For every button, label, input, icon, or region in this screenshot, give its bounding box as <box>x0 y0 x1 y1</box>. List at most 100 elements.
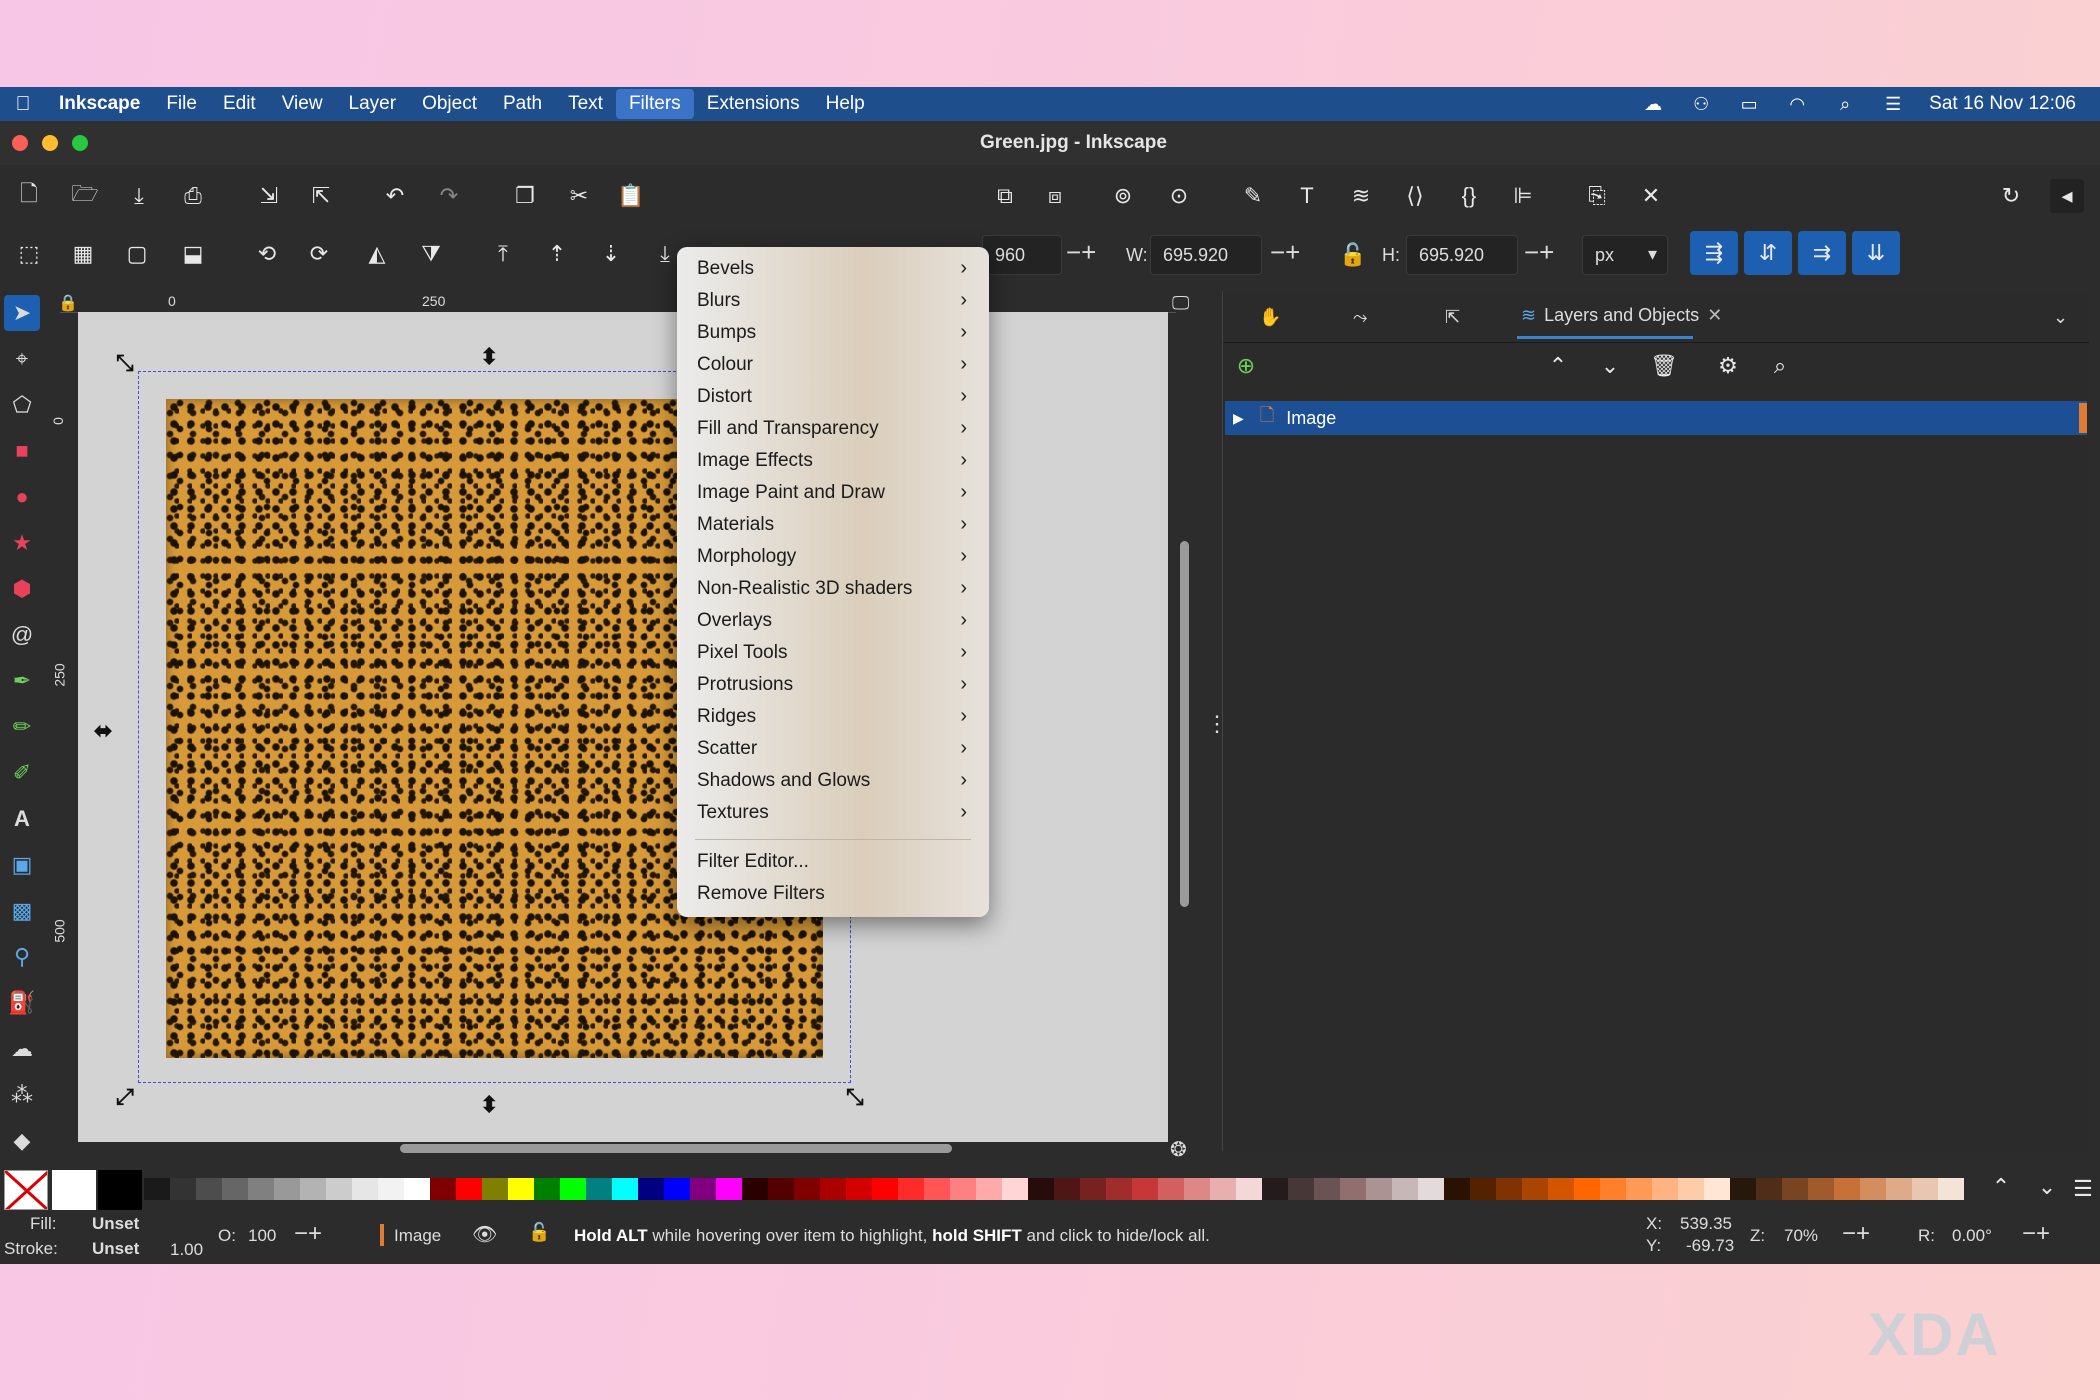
select-all-layers-icon[interactable]: ▦ <box>66 237 100 271</box>
duplicate-icon[interactable]: ❐ <box>508 179 542 213</box>
menu-text[interactable]: Text <box>555 87 616 121</box>
group-icon[interactable]: ⊚ <box>1106 179 1140 213</box>
text-font-icon[interactable]: T <box>1290 179 1324 213</box>
menu-item-remove-filters[interactable]: Remove Filters <box>677 878 989 910</box>
flip-vertical-icon[interactable]: ⧩ <box>414 237 448 271</box>
horizontal-ruler[interactable]: 0 250 <box>60 291 1176 313</box>
selector-tool-icon[interactable]: ➤ <box>4 295 40 331</box>
node-tool-icon[interactable]: ⌖ <box>4 341 40 377</box>
menu-item-overlays[interactable]: Overlays › <box>677 605 989 637</box>
dropper-tool-icon[interactable]: ⚲ <box>4 939 40 975</box>
close-tab-icon[interactable]: ✕ <box>1707 305 1722 326</box>
raise-to-top-icon[interactable]: ⤒ <box>486 237 520 271</box>
menu-item-bumps[interactable]: Bumps › <box>677 317 989 349</box>
color-swatch[interactable] <box>1002 1178 1028 1200</box>
rotate-cw-icon[interactable]: ⟳ <box>302 237 336 271</box>
tabs-menu-chevron-icon[interactable]: ⌄ <box>2053 299 2068 335</box>
color-swatch[interactable] <box>846 1178 872 1200</box>
layers-icon[interactable]: ≋ <box>1344 179 1378 213</box>
document-properties-icon[interactable]: ⎘ <box>1580 179 1614 213</box>
color-swatch[interactable] <box>742 1178 768 1200</box>
color-swatch[interactable] <box>52 1170 96 1210</box>
scale-handle-s[interactable]: ⬍ <box>480 1092 498 1118</box>
control-center-icon[interactable]: ☰ <box>1869 94 1917 115</box>
lock-ratio-icon[interactable]: 🔓 <box>1336 238 1370 272</box>
battery-icon[interactable]: ▭ <box>1725 94 1773 115</box>
menu-item-shadows-and-glows[interactable]: Shadows and Glows › <box>677 765 989 797</box>
spiral-tool-icon[interactable]: @ <box>4 617 40 653</box>
fill-value[interactable]: Unset <box>92 1214 139 1234</box>
menu-item-scatter[interactable]: Scatter › <box>677 733 989 765</box>
color-swatch[interactable] <box>1730 1178 1756 1200</box>
menu-filters[interactable]: Filters <box>615 89 694 119</box>
color-swatch[interactable] <box>1652 1178 1678 1200</box>
y-field[interactable]: 960 <box>982 235 1062 275</box>
menubar-clock[interactable]: Sat 16 Nov 12:06 <box>1917 93 2100 115</box>
color-swatch[interactable] <box>1340 1178 1366 1200</box>
close-window-button[interactable] <box>12 135 28 151</box>
color-swatch[interactable] <box>716 1178 742 1200</box>
color-swatch[interactable] <box>144 1178 170 1200</box>
minimize-window-button[interactable] <box>42 135 58 151</box>
color-swatch[interactable] <box>1106 1178 1132 1200</box>
visibility-eye-icon[interactable]: 👁 <box>472 1222 497 1247</box>
collapse-panel-icon[interactable]: ◂ <box>2050 179 2084 213</box>
color-swatch[interactable] <box>1938 1178 1964 1200</box>
menu-item-pixel-tools[interactable]: Pixel Tools › <box>677 637 989 669</box>
color-swatch[interactable] <box>1808 1178 1834 1200</box>
color-swatch[interactable] <box>1132 1178 1158 1200</box>
color-swatch[interactable] <box>612 1178 638 1200</box>
flip-horizontal-icon[interactable]: ◭ <box>360 237 394 271</box>
stroke-width[interactable]: 1.00 <box>170 1240 203 1260</box>
lock-guides-icon[interactable]: 🔒 <box>58 293 78 313</box>
cut-icon[interactable]: ✂ <box>562 179 596 213</box>
ellipse-tool-icon[interactable]: ● <box>4 479 40 515</box>
zoom-minus-plus[interactable]: −+ <box>1842 1220 1870 1248</box>
color-swatch[interactable] <box>248 1178 274 1200</box>
color-swatch[interactable] <box>1626 1178 1652 1200</box>
scale-stroke-toggle[interactable]: ⇶ <box>1690 231 1738 275</box>
palette-scroll-down-icon[interactable]: ⌄ <box>2030 1170 2064 1204</box>
clone-icon[interactable]: ⧉ <box>988 179 1022 213</box>
spray-tool-icon[interactable]: ⁂ <box>4 1077 40 1113</box>
color-swatch[interactable] <box>560 1178 586 1200</box>
apple-menu-icon[interactable]:  <box>0 87 46 121</box>
color-swatch[interactable] <box>638 1178 664 1200</box>
opacity-value[interactable]: 100 <box>248 1226 276 1246</box>
spotlight-search-icon[interactable]: ⌕ <box>1821 94 1869 115</box>
scale-corners-toggle[interactable]: ⇵ <box>1744 231 1792 275</box>
gradient-tool-icon[interactable]: ▣ <box>4 847 40 883</box>
color-swatch[interactable] <box>1756 1178 1782 1200</box>
color-swatch[interactable] <box>1574 1178 1600 1200</box>
y-minus-plus[interactable]: −+ <box>1066 237 1096 268</box>
pencil-tool-icon[interactable]: ✏ <box>4 709 40 745</box>
palette-menu-icon[interactable]: ☰ <box>2066 1172 2100 1206</box>
redo-icon[interactable]: ↷ <box>432 179 466 213</box>
delete-icon[interactable]: 🗑 <box>1647 349 1681 383</box>
color-swatch[interactable] <box>1314 1178 1340 1200</box>
rotate-ccw-icon[interactable]: ⟲ <box>250 237 284 271</box>
tab-layers-and-objects[interactable]: ≋ Layers and Objects ✕ <box>1517 295 1722 339</box>
color-swatch[interactable] <box>1184 1178 1210 1200</box>
color-swatch[interactable] <box>1080 1178 1106 1200</box>
paint-bucket-icon[interactable]: ⛽ <box>4 985 40 1021</box>
menu-app-name[interactable]: Inkscape <box>46 87 153 121</box>
import-icon[interactable]: ⇲ <box>252 179 286 213</box>
creative-cloud-icon[interactable]: ☁ <box>1629 94 1677 115</box>
display-mode-icon[interactable]: 🖵 <box>1172 293 1189 314</box>
zoom-value[interactable]: 70% <box>1784 1226 1818 1246</box>
no-paint-swatch[interactable] <box>4 1170 48 1210</box>
color-swatch[interactable] <box>898 1178 924 1200</box>
color-swatch[interactable] <box>1704 1178 1730 1200</box>
move-up-icon[interactable]: ⌃ <box>1541 349 1575 383</box>
color-swatch[interactable] <box>1418 1178 1444 1200</box>
menu-edit[interactable]: Edit <box>210 87 269 121</box>
color-swatch[interactable] <box>482 1178 508 1200</box>
users-icon[interactable]: ⚇ <box>1677 94 1725 115</box>
scale-handle-w[interactable]: ⬌ <box>94 718 112 744</box>
color-swatch[interactable] <box>820 1178 846 1200</box>
color-swatch[interactable] <box>664 1178 690 1200</box>
color-swatch[interactable] <box>1288 1178 1314 1200</box>
eraser-tool-icon[interactable]: ◆ <box>4 1123 40 1159</box>
color-swatch[interactable] <box>950 1178 976 1200</box>
